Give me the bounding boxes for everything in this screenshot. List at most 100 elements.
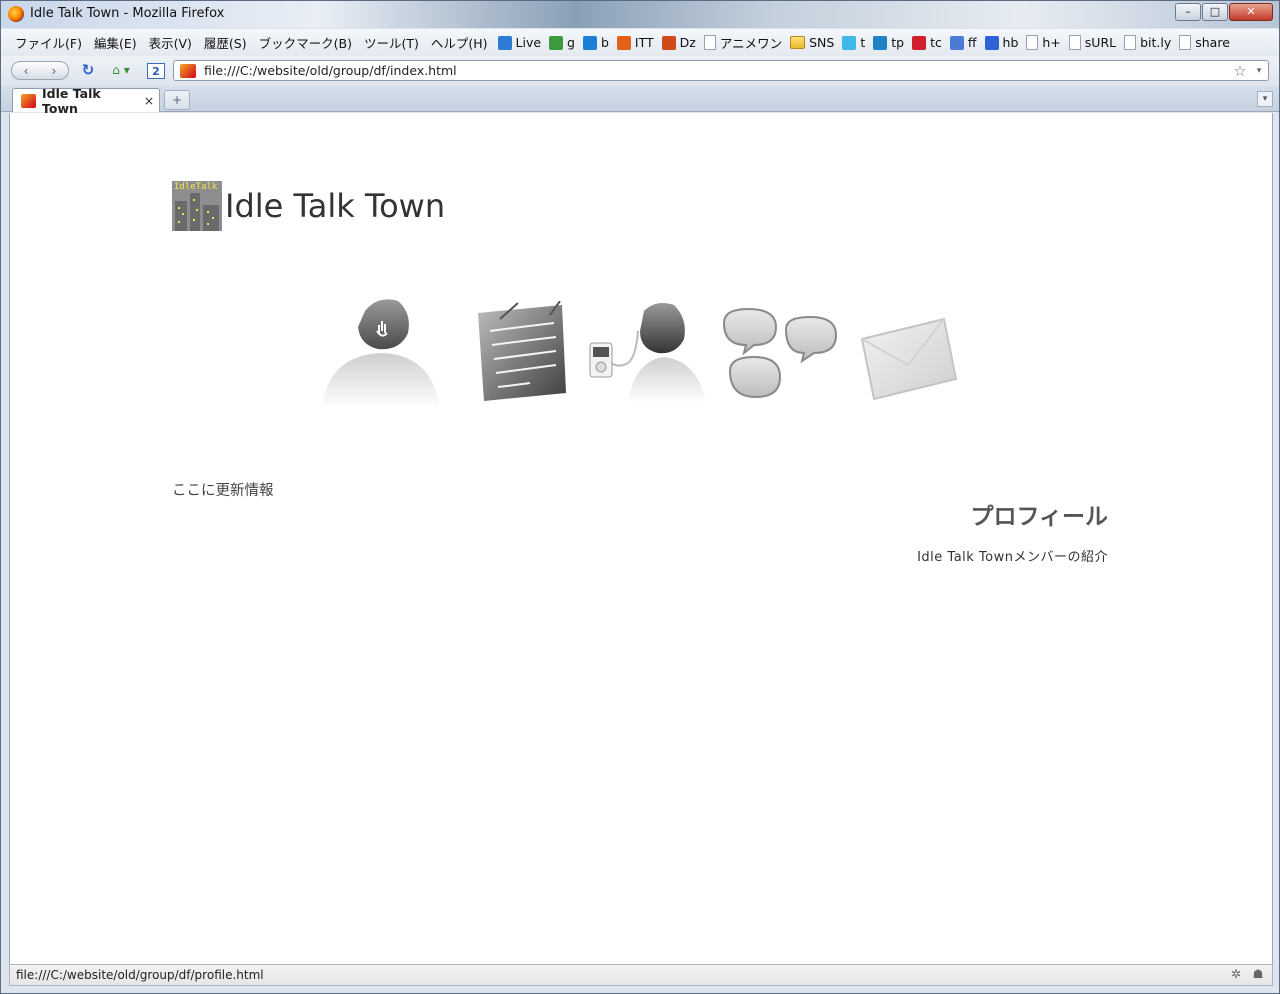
tab-label: Idle Talk Town — [42, 85, 101, 116]
bookmark-item[interactable]: g — [545, 35, 579, 50]
page-icon — [1026, 35, 1039, 50]
mail-envelope-icon[interactable] — [858, 313, 958, 403]
page-icon — [1068, 35, 1081, 50]
tab-strip: Idle Talk Town × + ▾ — [1, 86, 1279, 116]
bookmark-item[interactable]: SNS — [786, 35, 838, 50]
tab-idle-talk-town[interactable]: Idle Talk Town × — [12, 86, 160, 116]
bookmark-label: tc — [930, 35, 942, 50]
menu-view[interactable]: 表示(V) — [143, 33, 198, 52]
bookmark-label: Dz — [679, 35, 696, 50]
page-icon — [1179, 35, 1192, 50]
bookmark-item[interactable]: bit.ly — [1120, 35, 1175, 50]
update-info-text: ここに更新情報 — [172, 483, 274, 499]
tab-list-dropdown-icon[interactable]: ▾ — [1257, 91, 1273, 107]
logo-text: Idle Talk Town — [225, 187, 446, 225]
page-content: IdleTalk Idle Talk Town ここに更新情報 プロフィール I… — [9, 113, 1273, 964]
maximize-button[interactable]: □ — [1202, 3, 1228, 21]
firefox-icon — [8, 6, 24, 22]
hatena-bookmark-icon — [984, 35, 999, 50]
bookmark-label: アニメワン — [719, 36, 783, 51]
chat-bubbles-icon[interactable] — [718, 305, 843, 405]
window-controls: – □ ✕ — [1174, 3, 1273, 21]
bookmarks-toolbar: Live g b ITT Dz アニメワン SNS t tp tc ff hb h+ sURL bit.ly… — [494, 33, 1234, 52]
tp-icon — [873, 35, 888, 50]
bookmark-item[interactable]: h+ — [1022, 35, 1064, 50]
tab-close-icon[interactable]: × — [139, 93, 159, 108]
dz-icon — [661, 35, 676, 50]
bookmark-item[interactable]: ITT — [613, 35, 658, 50]
bookmark-item[interactable]: アニメワン — [700, 33, 786, 52]
bookmark-label: ff — [967, 35, 977, 50]
browser-window: Idle Talk Town - Mozilla Firefox – □ ✕ フ… — [0, 0, 1280, 994]
bookmark-label: g — [567, 35, 575, 50]
bug-icon[interactable]: ✲ — [1228, 967, 1244, 983]
bookmark-label: ITT — [634, 35, 654, 50]
bookmark-item[interactable]: tp — [869, 35, 908, 50]
bookmark-label: sURL — [1084, 35, 1117, 50]
bing-icon — [582, 35, 597, 50]
bookmark-label: bit.ly — [1140, 35, 1172, 50]
google-icon — [549, 35, 564, 50]
windows-live-icon — [497, 35, 512, 50]
forward-arrow-icon[interactable]: › — [40, 62, 68, 79]
bookmark-item[interactable]: Dz — [658, 35, 700, 50]
tab-favicon-icon — [21, 93, 36, 108]
bookmark-label: tp — [891, 35, 905, 50]
menu-tools[interactable]: ツール(T) — [358, 33, 425, 52]
close-button[interactable]: ✕ — [1229, 3, 1273, 21]
menu-bookmarks[interactable]: ブックマーク(B) — [253, 33, 358, 52]
bookmark-item[interactable]: ff — [946, 35, 981, 50]
new-tab-button[interactable]: + — [164, 90, 190, 110]
bookmark-item[interactable]: Live — [494, 35, 546, 50]
profile-description: Idle Talk Townメンバーの紹介 — [917, 550, 1108, 565]
status-text: file:///C:/website/old/group/df/profile.… — [16, 968, 264, 982]
logo-mark-icon: IdleTalk — [172, 181, 222, 231]
menu-help[interactable]: ヘルプ(H) — [425, 33, 494, 52]
menu-bar: ファイル(F) 編集(E) 表示(V) 履歴(S) ブックマーク(B) ツール(… — [1, 29, 1279, 56]
status-bar: file:///C:/website/old/group/df/profile.… — [9, 964, 1273, 986]
bookmark-label: SNS — [809, 35, 835, 50]
status-icons: ✲ ☗ — [1228, 967, 1266, 983]
bookmark-label: hb — [1002, 35, 1019, 50]
logo-mark-text: IdleTalk — [174, 182, 218, 192]
bookmark-item[interactable]: hb — [981, 35, 1023, 50]
navigation-toolbar: ‹ › ↻ ⌂ ▾ 2 file:///C:/website/old/group… — [1, 56, 1279, 85]
profile-person-icon[interactable] — [320, 293, 445, 413]
bookmark-item[interactable]: sURL — [1065, 35, 1120, 50]
title-bar: Idle Talk Town - Mozilla Firefox – □ ✕ — [1, 1, 1279, 28]
bookmark-label: h+ — [1042, 35, 1061, 50]
window-title: Idle Talk Town - Mozilla Firefox — [30, 6, 225, 21]
back-arrow-icon[interactable]: ‹ — [12, 62, 40, 79]
bookmark-item[interactable]: tc — [908, 35, 946, 50]
bookmark-item[interactable]: t — [838, 35, 869, 50]
site-logo[interactable]: IdleTalk Idle Talk Town — [172, 181, 445, 231]
notes-document-icon[interactable] — [470, 301, 570, 411]
profile-heading: プロフィール — [970, 504, 1108, 530]
reload-icon[interactable]: ↻ — [79, 61, 97, 80]
url-dropdown-icon[interactable]: ▾ — [1250, 66, 1268, 76]
menu-edit[interactable]: 編集(E) — [88, 33, 143, 52]
back-forward-buttons[interactable]: ‹ › — [11, 61, 69, 80]
menu-file[interactable]: ファイル(F) — [9, 33, 88, 52]
music-person-icon[interactable] — [588, 299, 713, 409]
site-favicon-icon — [180, 63, 196, 78]
twitter-icon — [842, 35, 857, 50]
tab-count-badge[interactable]: 2 — [147, 63, 165, 79]
bookmark-label: b — [600, 35, 609, 50]
url-bar[interactable]: file:///C:/website/old/group/df/index.ht… — [173, 60, 1269, 81]
bookmark-label: Live — [515, 35, 542, 50]
addon-icon[interactable]: ☗ — [1250, 967, 1266, 983]
minimize-button[interactable]: – — [1175, 3, 1201, 21]
friendfeed-icon — [949, 35, 964, 50]
page-icon — [703, 35, 716, 50]
bookmark-item[interactable]: share — [1175, 35, 1234, 50]
menu-history[interactable]: 履歴(S) — [198, 33, 253, 52]
bookmark-label: share — [1195, 35, 1230, 50]
bookmark-item[interactable]: b — [579, 35, 613, 50]
page-icon — [1124, 35, 1137, 50]
url-text[interactable]: file:///C:/website/old/group/df/index.ht… — [204, 63, 1230, 78]
nav-icon-row — [320, 293, 960, 413]
bookmark-label: t — [860, 35, 866, 50]
home-icon[interactable]: ⌂ ▾ — [106, 61, 136, 80]
bookmark-star-icon[interactable]: ☆ — [1230, 62, 1250, 80]
